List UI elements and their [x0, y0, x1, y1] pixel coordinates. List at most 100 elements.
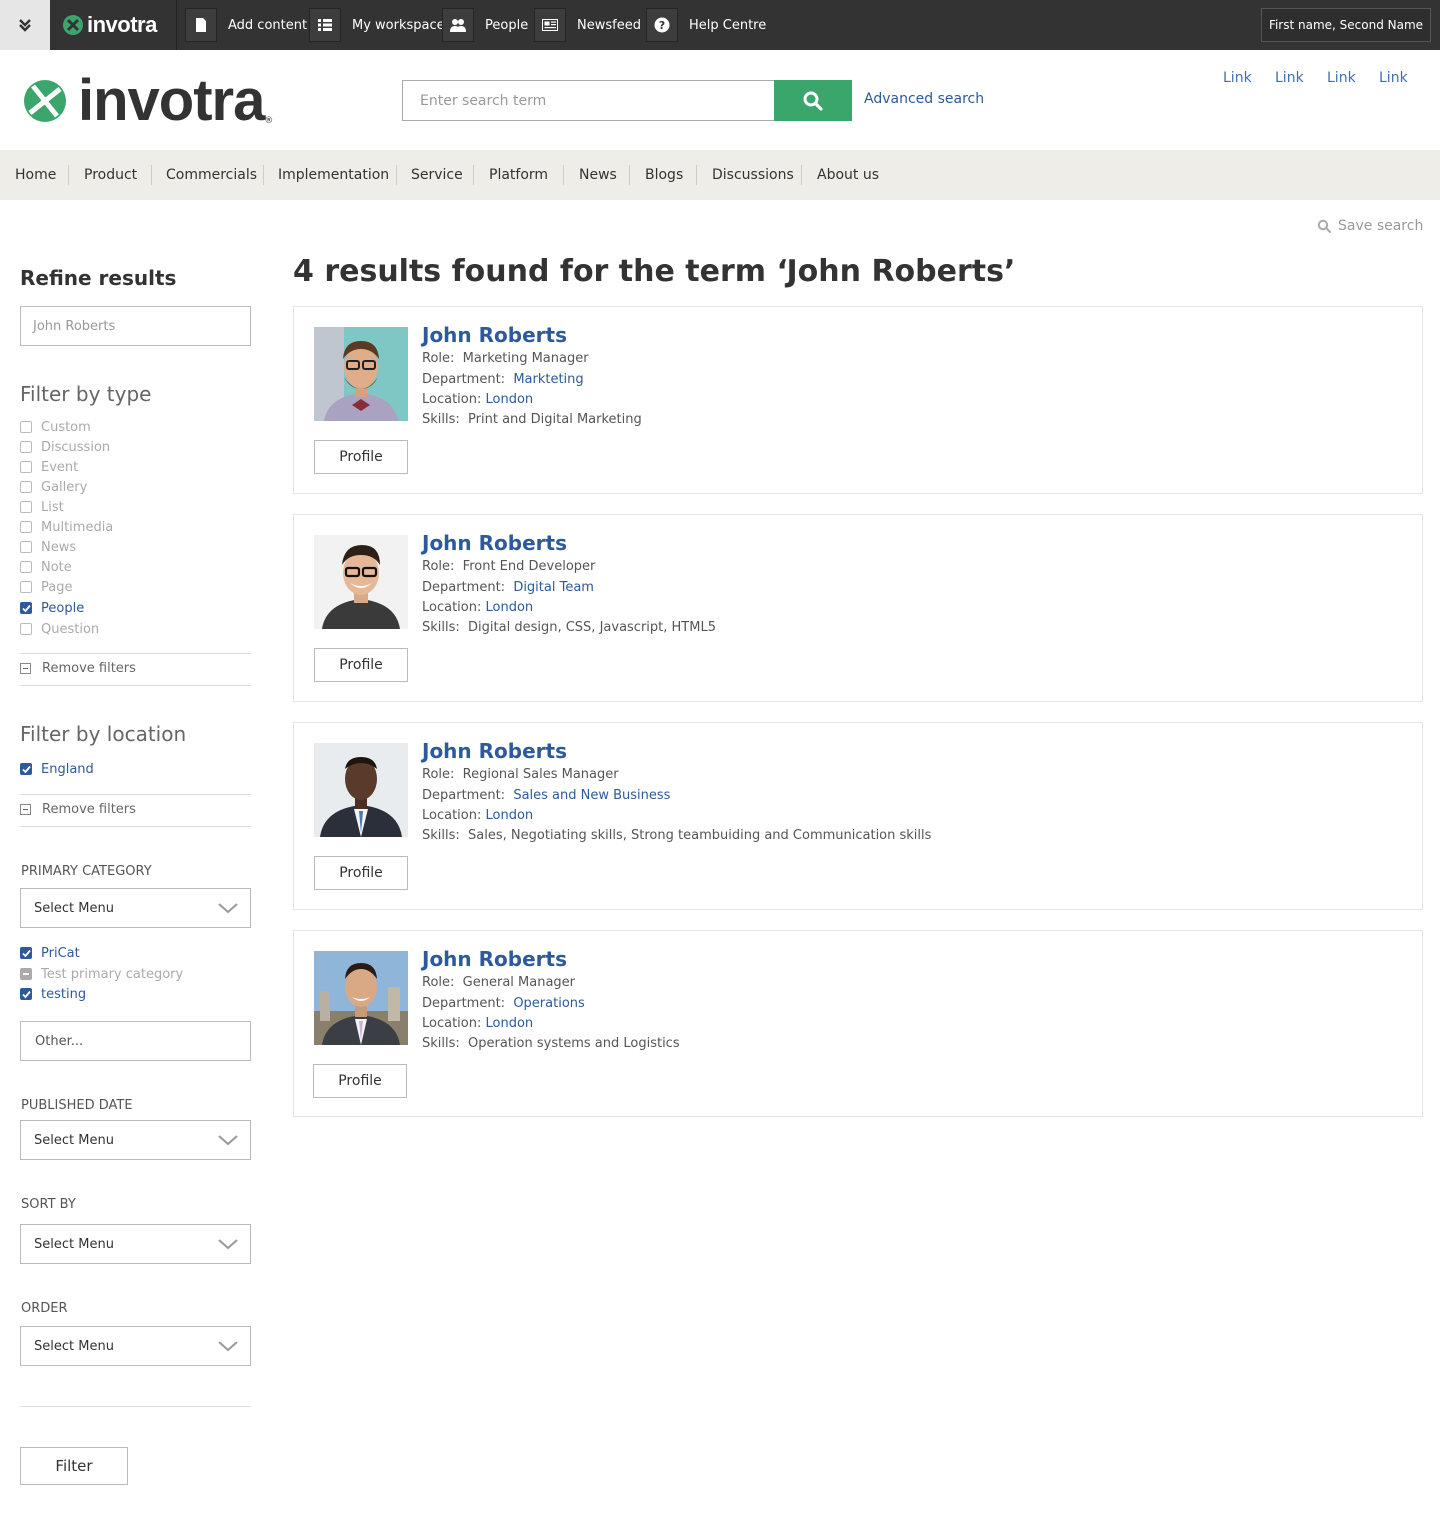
- category-filter-pricat[interactable]: PriCat: [20, 943, 80, 963]
- department-link[interactable]: Operations: [513, 996, 584, 1011]
- checkbox[interactable]: [20, 461, 32, 473]
- header-link[interactable]: Link: [1223, 70, 1252, 86]
- nav-news[interactable]: News: [579, 150, 617, 200]
- refine-search-input[interactable]: John Roberts: [20, 306, 251, 346]
- toolbar-logo[interactable]: invotra: [62, 11, 157, 39]
- published-date-select[interactable]: Select Menu: [20, 1120, 251, 1160]
- nav-about-us[interactable]: About us: [817, 150, 879, 200]
- profile-photo[interactable]: [314, 743, 408, 837]
- checkbox-checked[interactable]: [20, 947, 32, 959]
- site-search-input[interactable]: Enter search term: [402, 80, 775, 121]
- checkbox[interactable]: [20, 441, 32, 453]
- order-select[interactable]: Select Menu: [20, 1326, 251, 1366]
- type-filter-people[interactable]: People: [20, 598, 84, 618]
- toolbar-divider: [176, 0, 177, 50]
- result-card: John Roberts Role: Regional Sales Manage…: [293, 722, 1423, 910]
- nav-product[interactable]: Product: [84, 150, 137, 200]
- toolbar-my-workspace[interactable]: My workspace: [309, 8, 445, 42]
- other-category-input[interactable]: Other...: [20, 1021, 251, 1061]
- primary-category-select[interactable]: Select Menu: [20, 888, 251, 928]
- site-search-button[interactable]: [774, 80, 852, 121]
- toolbar-newsfeed[interactable]: Newsfeed: [534, 8, 641, 42]
- nav-home[interactable]: Home: [15, 150, 56, 200]
- checkbox[interactable]: [20, 521, 32, 533]
- profile-photo[interactable]: [314, 327, 408, 421]
- toolbar-icon-box: ?: [646, 8, 678, 42]
- location-link[interactable]: London: [486, 600, 534, 615]
- filter-button[interactable]: Filter: [20, 1447, 128, 1485]
- checkbox[interactable]: [20, 421, 32, 433]
- department-link[interactable]: Markteting: [513, 372, 583, 387]
- category-filter-test-primary[interactable]: Test primary category: [20, 964, 183, 984]
- remove-type-filters-link[interactable]: Remove filters: [20, 661, 136, 676]
- type-filter-custom[interactable]: Custom: [20, 417, 91, 437]
- nav-divider: [68, 165, 69, 185]
- type-filter-multimedia[interactable]: Multimedia: [20, 517, 113, 537]
- checkbox[interactable]: [20, 481, 32, 493]
- nav-discussions[interactable]: Discussions: [712, 150, 794, 200]
- checkbox-checked[interactable]: [20, 602, 32, 614]
- nav-divider: [696, 165, 697, 185]
- profile-button[interactable]: Profile: [314, 440, 408, 474]
- nav-implementation[interactable]: Implementation: [278, 150, 389, 200]
- location-link[interactable]: London: [486, 1016, 534, 1031]
- person-role: Role: Front End Developer: [422, 559, 595, 574]
- toolbar-people[interactable]: People: [442, 8, 528, 42]
- location-link[interactable]: London: [486, 392, 534, 407]
- nav-platform[interactable]: Platform: [489, 150, 548, 200]
- save-search-link[interactable]: Save search: [1317, 218, 1423, 234]
- nav-service[interactable]: Service: [411, 150, 463, 200]
- toolbar-toggle-button[interactable]: [0, 0, 50, 50]
- checkbox[interactable]: [20, 541, 32, 553]
- user-menu-button[interactable]: First name, Second Name: [1261, 8, 1431, 42]
- profile-button[interactable]: Profile: [314, 856, 408, 890]
- nav-commercials[interactable]: Commercials: [166, 150, 257, 200]
- select-value: Select Menu: [34, 900, 114, 916]
- location-label: Location:: [422, 808, 482, 823]
- toolbar-help-centre[interactable]: ? Help Centre: [646, 8, 766, 42]
- toolbar-icon-box: [534, 8, 566, 42]
- type-filter-discussion[interactable]: Discussion: [20, 437, 110, 457]
- skills-label: Skills:: [422, 828, 460, 843]
- header-link[interactable]: Link: [1327, 70, 1356, 86]
- department-link[interactable]: Digital Team: [513, 580, 594, 595]
- checkbox-checked[interactable]: [20, 988, 32, 1000]
- checkbox-indeterminate[interactable]: [20, 968, 32, 980]
- person-name-link[interactable]: John Roberts: [422, 739, 567, 763]
- role-label: Role:: [422, 559, 455, 574]
- profile-photo[interactable]: [314, 535, 408, 629]
- type-filter-event[interactable]: Event: [20, 457, 78, 477]
- checkbox[interactable]: [20, 501, 32, 513]
- site-logo[interactable]: invotra ®: [22, 72, 273, 130]
- remove-location-filters-link[interactable]: Remove filters: [20, 802, 136, 817]
- profile-photo[interactable]: [314, 951, 408, 1045]
- type-filter-news[interactable]: News: [20, 537, 76, 557]
- document-icon: [196, 18, 206, 32]
- profile-button[interactable]: Profile: [313, 1064, 407, 1098]
- type-filter-question[interactable]: Question: [20, 619, 99, 639]
- type-filter-gallery[interactable]: Gallery: [20, 477, 87, 497]
- divider: [20, 685, 251, 686]
- location-link[interactable]: London: [486, 808, 534, 823]
- nav-blogs[interactable]: Blogs: [645, 150, 683, 200]
- type-filter-list[interactable]: List: [20, 497, 64, 517]
- person-name-link[interactable]: John Roberts: [422, 531, 567, 555]
- toolbar-add-content[interactable]: Add content: [185, 8, 307, 42]
- location-filter-england[interactable]: England: [20, 759, 94, 779]
- person-name-link[interactable]: John Roberts: [422, 947, 567, 971]
- header-link[interactable]: Link: [1379, 70, 1408, 86]
- sort-by-select[interactable]: Select Menu: [20, 1224, 251, 1264]
- advanced-search-link[interactable]: Advanced search: [864, 91, 984, 107]
- type-filter-page[interactable]: Page: [20, 577, 72, 597]
- select-value: Select Menu: [34, 1132, 114, 1148]
- category-filter-testing[interactable]: testing: [20, 984, 86, 1004]
- checkbox[interactable]: [20, 561, 32, 573]
- person-name-link[interactable]: John Roberts: [422, 323, 567, 347]
- department-link[interactable]: Sales and New Business: [513, 788, 670, 803]
- checkbox-checked[interactable]: [20, 763, 32, 775]
- checkbox[interactable]: [20, 623, 32, 635]
- header-link[interactable]: Link: [1275, 70, 1304, 86]
- checkbox[interactable]: [20, 581, 32, 593]
- type-filter-note[interactable]: Note: [20, 557, 72, 577]
- profile-button[interactable]: Profile: [314, 648, 408, 682]
